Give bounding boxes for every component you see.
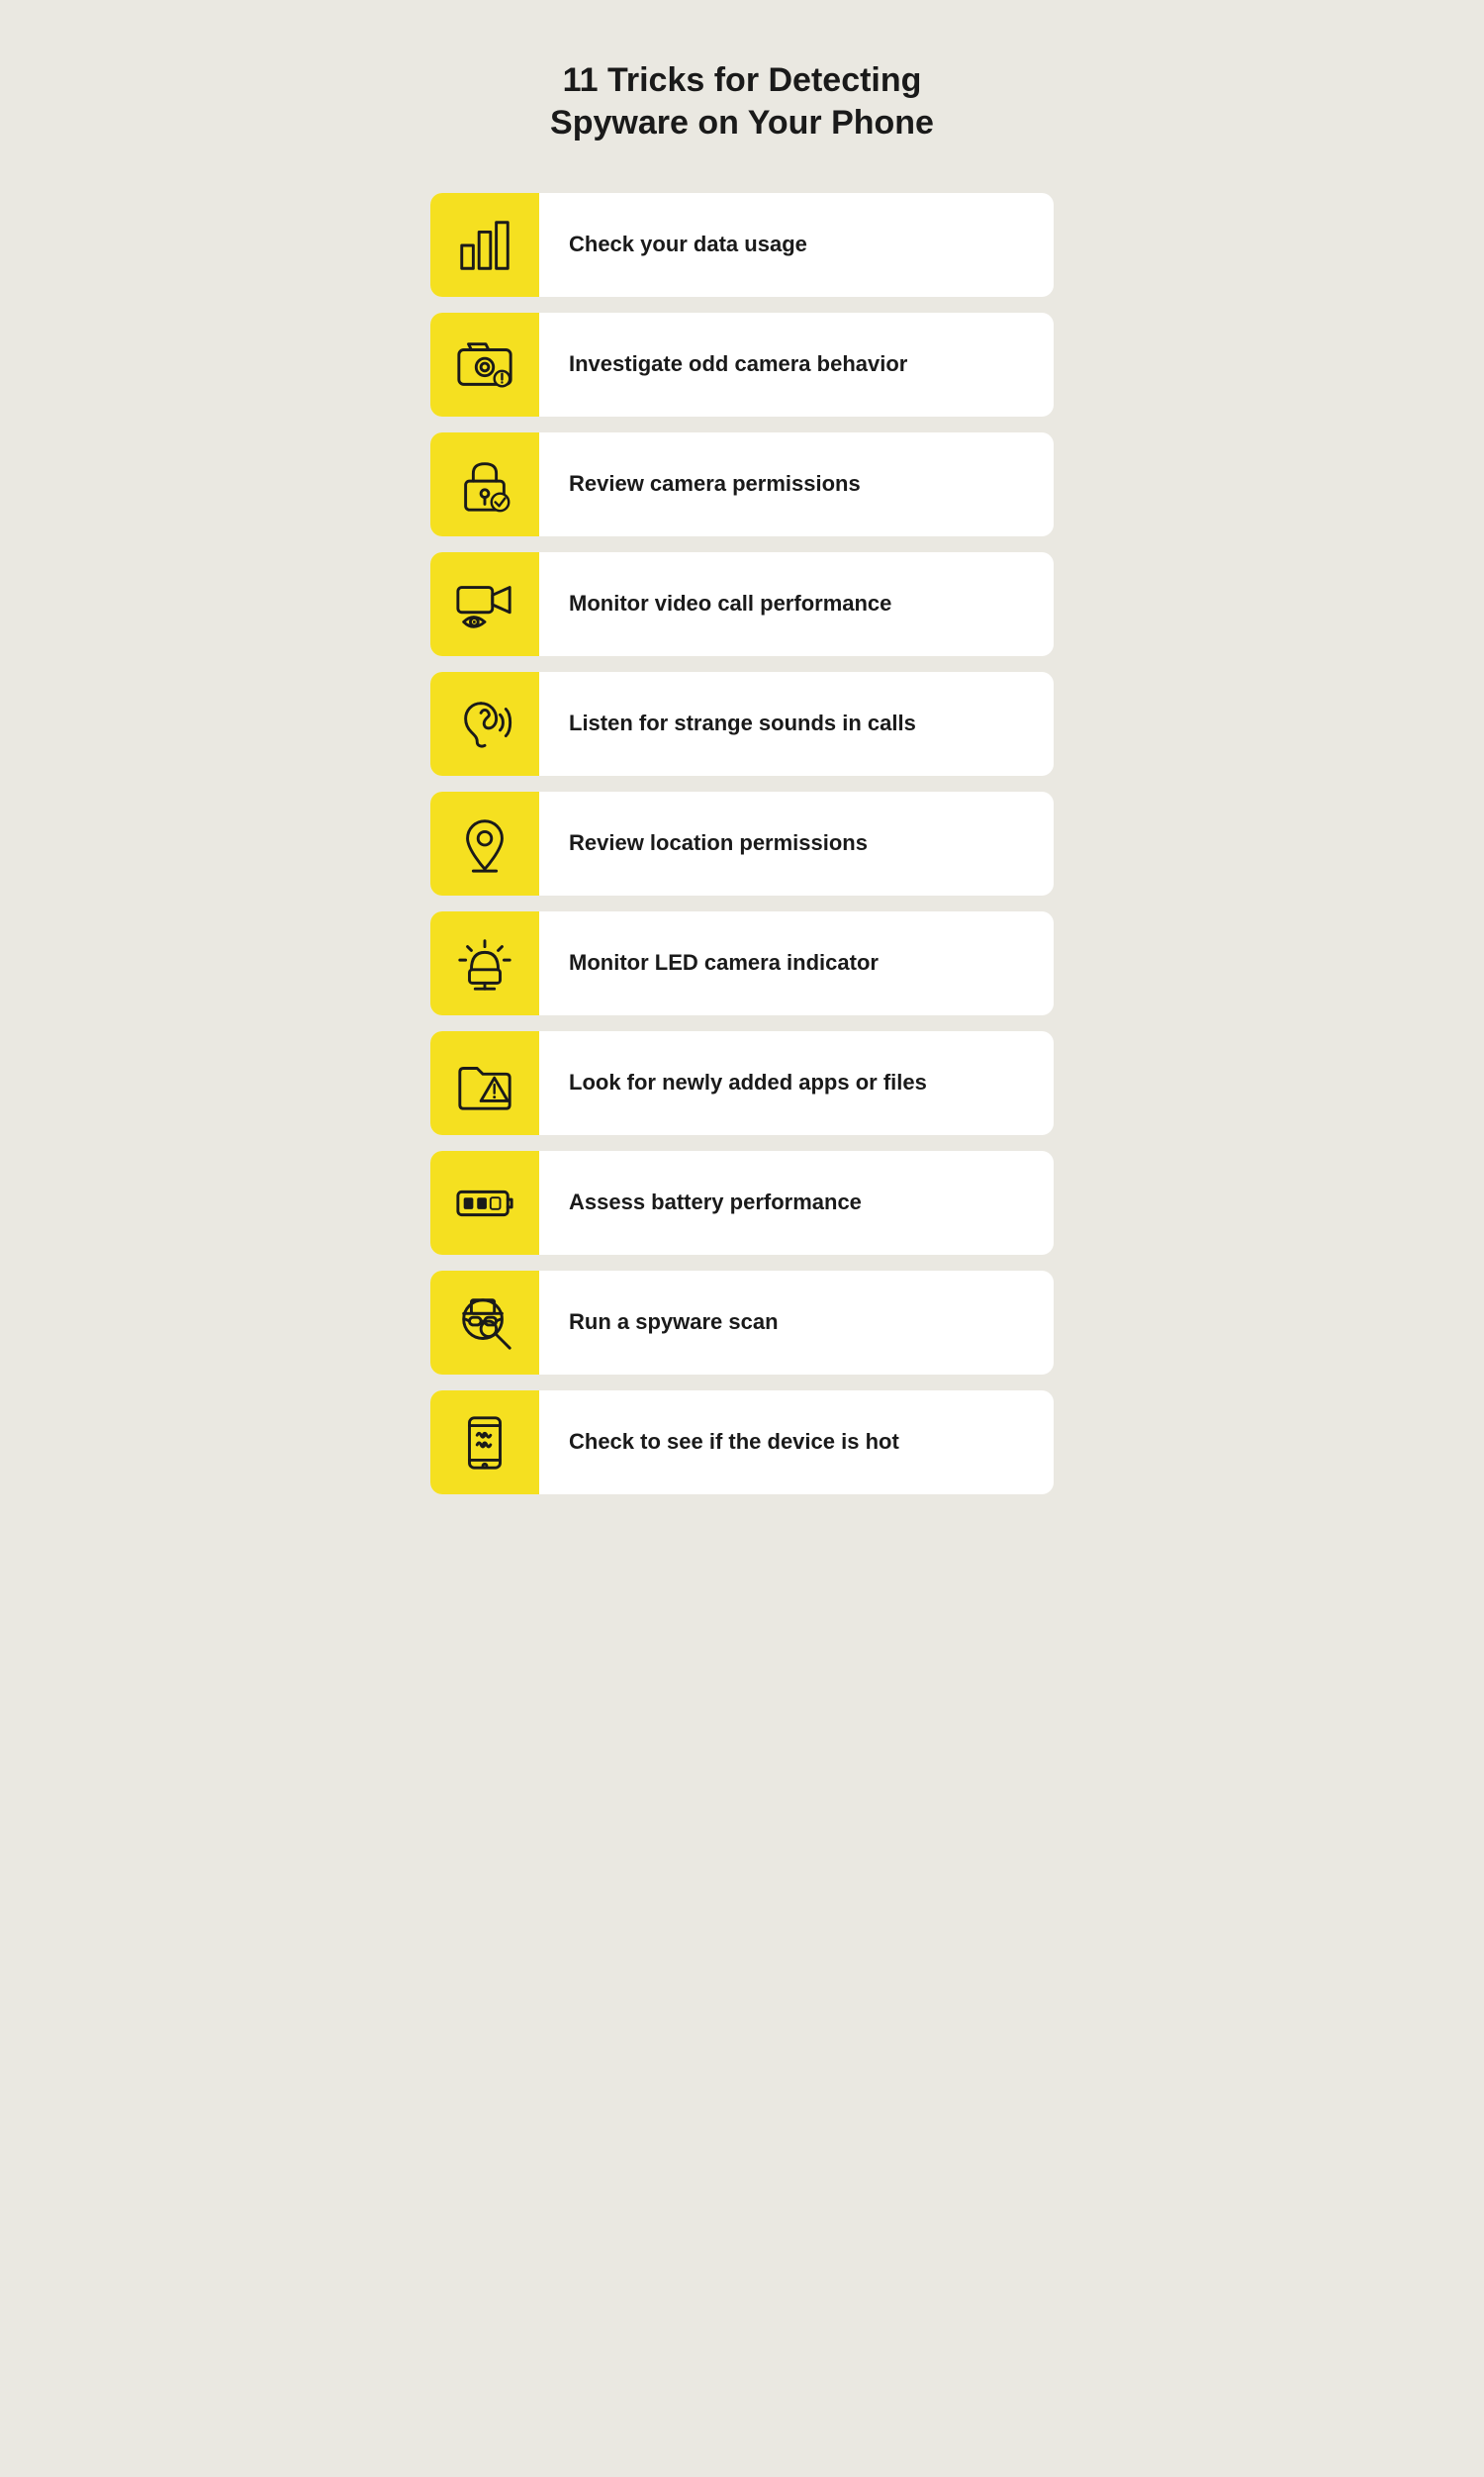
- item-label: Run a spyware scan: [539, 1288, 808, 1357]
- item-label: Monitor LED camera indicator: [539, 929, 908, 998]
- location-pin-icon-box: [430, 792, 539, 896]
- item-label: Check your data usage: [539, 211, 837, 279]
- list-item: Review camera permissions: [430, 432, 1054, 536]
- item-label: Review location permissions: [539, 810, 897, 878]
- alarm-light-icon-box: [430, 911, 539, 1015]
- item-label: Assess battery performance: [539, 1169, 891, 1237]
- bar-chart-icon-box: [430, 193, 539, 297]
- page-container: 11 Tricks for Detecting Spyware on Your …: [371, 0, 1113, 1573]
- item-label: Investigate odd camera behavior: [539, 331, 937, 399]
- item-label: Monitor video call performance: [539, 570, 921, 638]
- location-pin-icon: [454, 813, 515, 875]
- page-title: 11 Tricks for Detecting Spyware on Your …: [430, 59, 1054, 143]
- list-item: Review location permissions: [430, 792, 1054, 896]
- battery-icon: [454, 1173, 515, 1234]
- list-item: Check your data usage: [430, 193, 1054, 297]
- ear-sound-icon: [454, 694, 515, 755]
- camera-alert-icon: [454, 334, 515, 396]
- video-eye-icon: [454, 574, 515, 635]
- folder-alert-icon: [454, 1053, 515, 1114]
- camera-alert-icon-box: [430, 313, 539, 417]
- list-item: Monitor LED camera indicator: [430, 911, 1054, 1015]
- lock-check-icon-box: [430, 432, 539, 536]
- list-item: Listen for strange sounds in calls: [430, 672, 1054, 776]
- item-label: Review camera permissions: [539, 450, 890, 519]
- list-item: Monitor video call performance: [430, 552, 1054, 656]
- list-item: Look for newly added apps or files: [430, 1031, 1054, 1135]
- item-label: Look for newly added apps or files: [539, 1049, 957, 1117]
- list-item: Assess battery performance: [430, 1151, 1054, 1255]
- phone-hot-icon: [454, 1412, 515, 1474]
- list-item: Investigate odd camera behavior: [430, 313, 1054, 417]
- spy-search-icon-box: [430, 1271, 539, 1375]
- phone-hot-icon-box: [430, 1390, 539, 1494]
- battery-icon-box: [430, 1151, 539, 1255]
- folder-alert-icon-box: [430, 1031, 539, 1135]
- video-eye-icon-box: [430, 552, 539, 656]
- item-label: Check to see if the device is hot: [539, 1408, 929, 1477]
- spy-search-icon: [454, 1292, 515, 1354]
- ear-sound-icon-box: [430, 672, 539, 776]
- lock-check-icon: [454, 454, 515, 516]
- item-label: Listen for strange sounds in calls: [539, 690, 946, 758]
- list-item: Run a spyware scan: [430, 1271, 1054, 1375]
- alarm-light-icon: [454, 933, 515, 995]
- bar-chart-icon: [454, 215, 515, 276]
- list-item: Check to see if the device is hot: [430, 1390, 1054, 1494]
- items-list: Check your data usage Inv: [430, 193, 1054, 1494]
